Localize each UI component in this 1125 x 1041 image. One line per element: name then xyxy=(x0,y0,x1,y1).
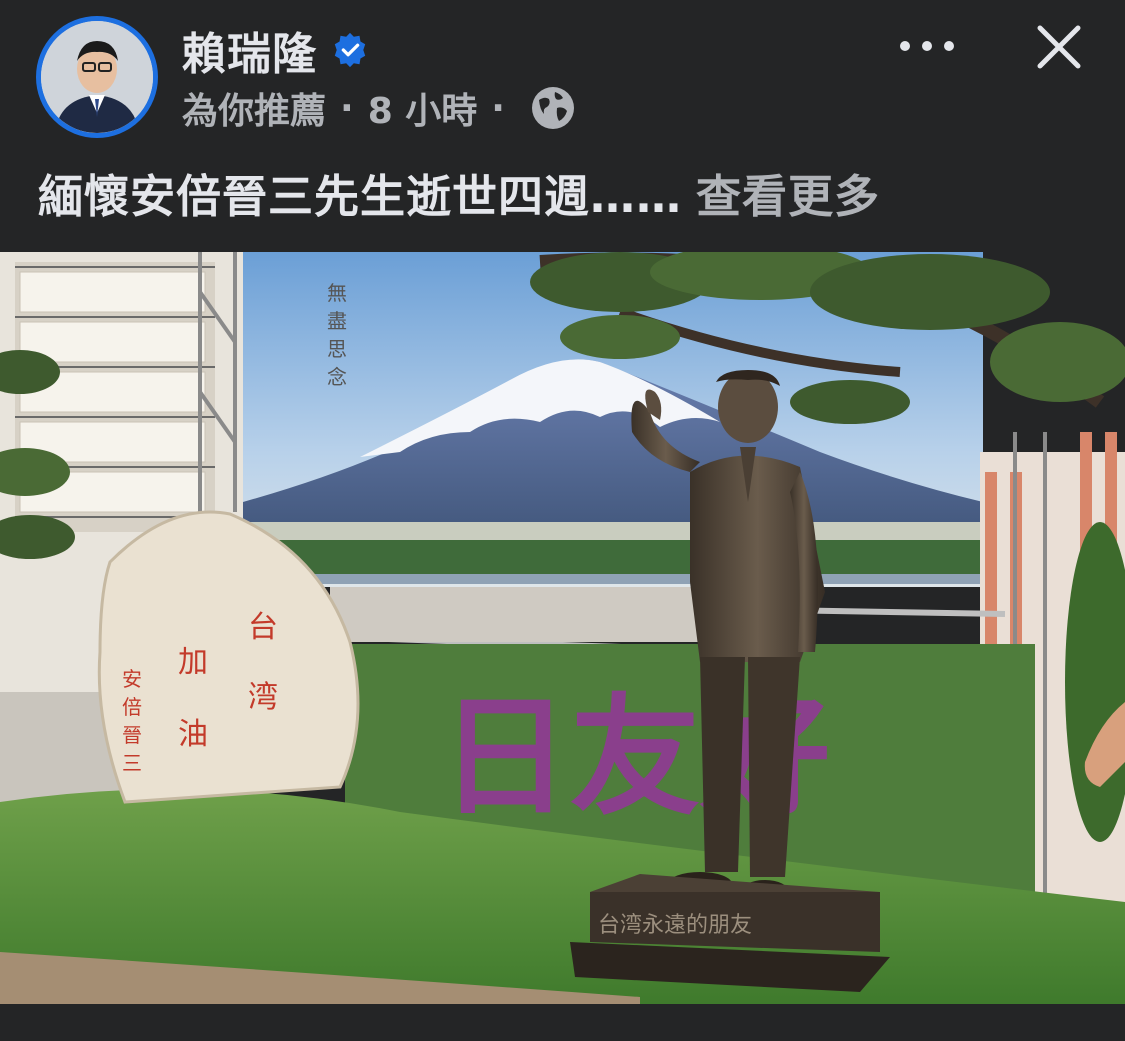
post-body: 緬懷安倍晉三先生逝世四週…… 查看更多 xyxy=(38,160,880,225)
plaque-text: 台湾永遠的朋友 xyxy=(598,913,752,938)
more-dot xyxy=(944,41,954,51)
calligraphy-1: 無 xyxy=(327,281,347,305)
calligraphy-2: 盡 xyxy=(327,309,347,333)
more-dot xyxy=(922,41,932,51)
author-row: 賴瑞隆 xyxy=(182,18,369,82)
pedestal: 台湾永遠的朋友 xyxy=(570,874,890,992)
post-text: 緬懷安倍晉三先生逝世四週…… xyxy=(38,170,683,223)
verified-badge-icon xyxy=(334,32,366,68)
meta-separator: · xyxy=(491,87,505,129)
more-dot xyxy=(900,41,910,51)
meta-separator: · xyxy=(340,87,354,129)
avatar[interactable] xyxy=(36,16,158,138)
rock-text-mid-2: 油 xyxy=(178,717,208,752)
photo-image: 無 盡 思 念 日友好 台 湾 加 油 安 倍 晉 三 台湾永遠的朋友 xyxy=(0,252,1125,1004)
post-photo[interactable]: 無 盡 思 念 日友好 台 湾 加 油 安 倍 晉 三 台湾永遠的朋友 xyxy=(0,252,1125,1004)
post-time[interactable]: 8 小時 xyxy=(368,82,478,134)
rock-text-left-2: 倍 xyxy=(122,695,142,719)
globe-icon[interactable] xyxy=(529,84,577,132)
rock-text-left-1: 安 xyxy=(122,667,142,691)
calligraphy-4: 念 xyxy=(327,365,347,389)
post-meta: 為你推薦 · 8 小時 · xyxy=(182,82,577,134)
post-header: 賴瑞隆 為你推薦 · 8 小時 · 緬懷安倍晉三先生逝世四週…… 查看更多 xyxy=(0,0,1125,252)
see-more-link[interactable]: 查看更多 xyxy=(696,170,880,223)
rock-text-right-1: 台 xyxy=(248,610,278,645)
close-icon[interactable] xyxy=(1032,20,1086,74)
rock-text-left-3: 晉 xyxy=(122,723,142,747)
more-options-icon[interactable] xyxy=(900,28,954,64)
rock-text-mid-1: 加 xyxy=(178,645,208,680)
footer-strip xyxy=(0,1004,1125,1041)
recommendation-label: 為你推薦 xyxy=(182,91,327,132)
rock-text-right-2: 湾 xyxy=(248,680,278,715)
avatar-image xyxy=(41,21,153,133)
calligraphy-3: 思 xyxy=(327,337,347,361)
rock-text-left-4: 三 xyxy=(122,751,142,775)
author-name[interactable]: 賴瑞隆 xyxy=(182,18,317,82)
